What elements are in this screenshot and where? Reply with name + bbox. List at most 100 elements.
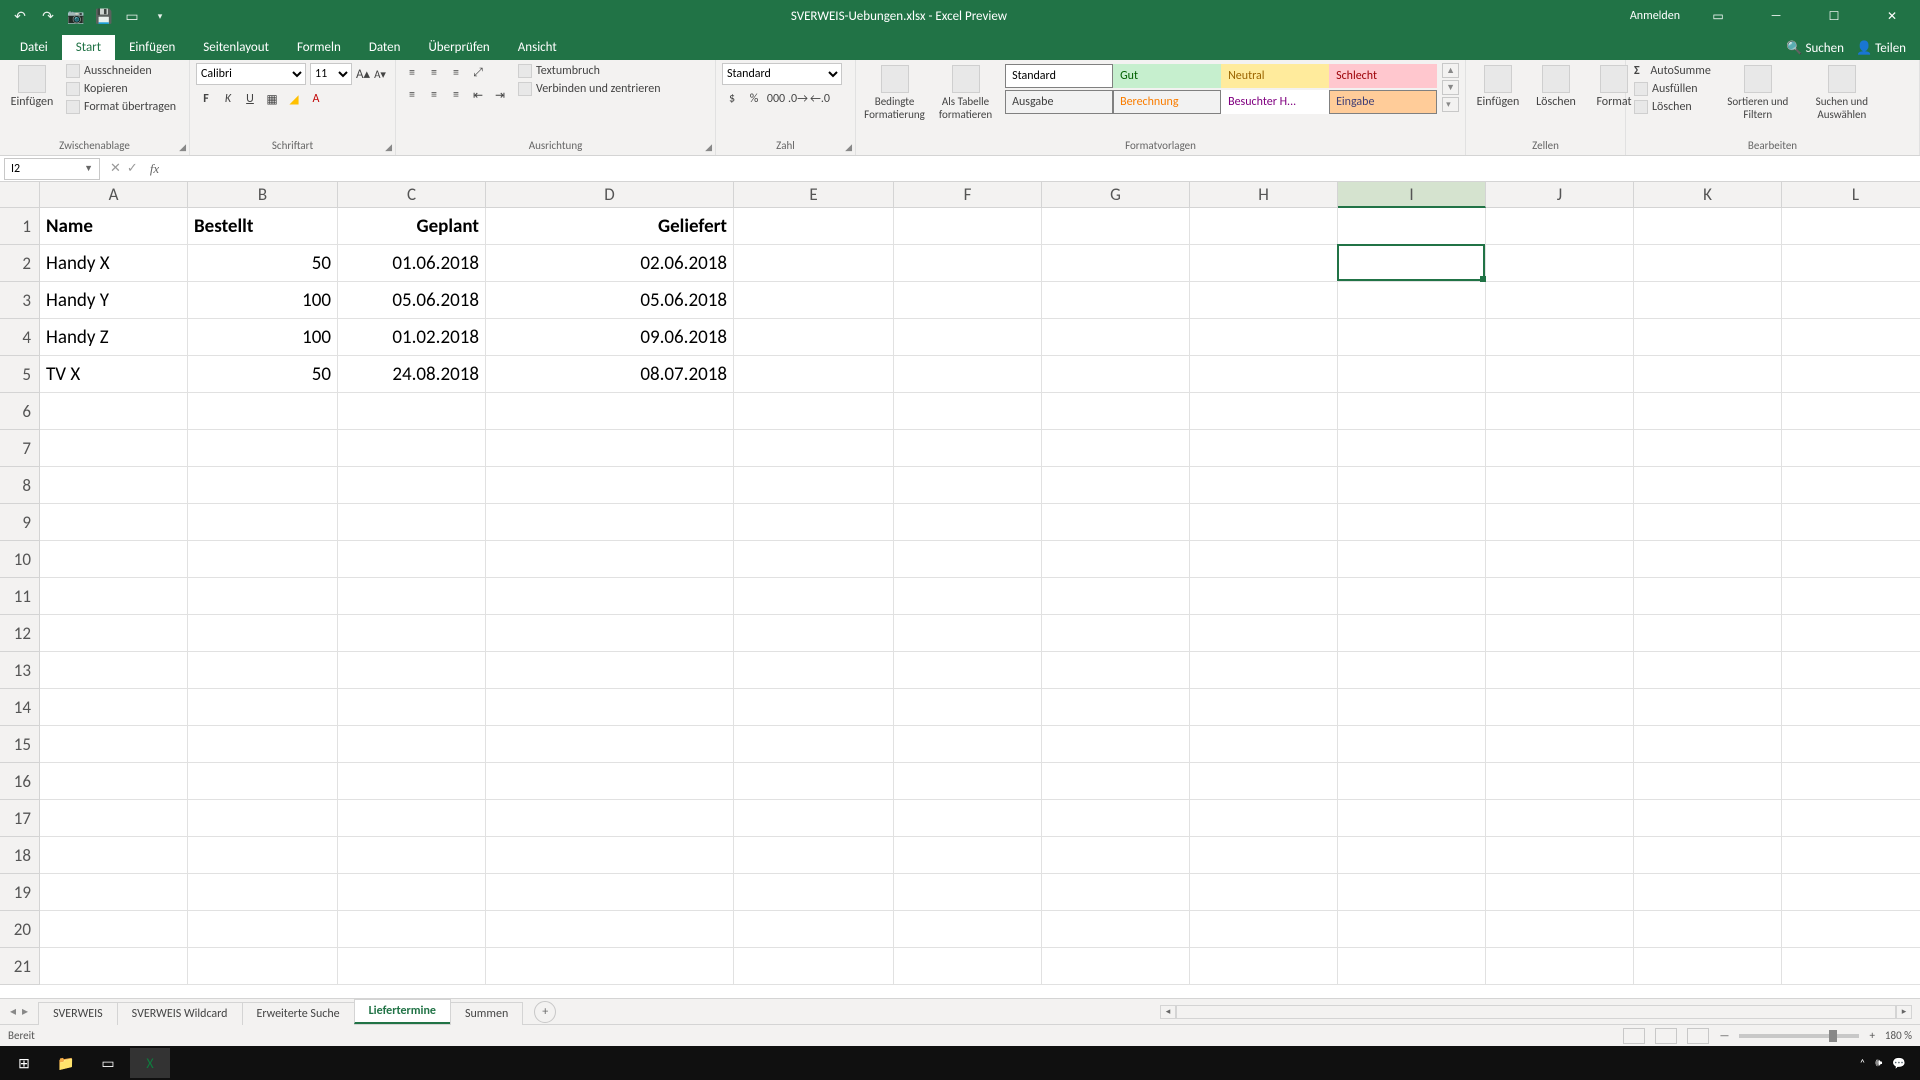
tab-einfügen[interactable]: Einfügen [115,35,189,60]
column-header[interactable]: I [1338,182,1486,208]
alignment-launcher-icon[interactable]: ◢ [705,142,712,153]
cell[interactable] [1042,356,1190,393]
share-button[interactable]: Teilen [1856,41,1906,56]
row-header[interactable]: 14 [0,689,40,726]
autosum-button[interactable]: Σ AutoSumme [1632,63,1713,79]
cell[interactable] [486,652,734,689]
cell[interactable] [486,689,734,726]
cell[interactable]: 05.06.2018 [338,282,486,319]
font-launcher-icon[interactable]: ◢ [385,142,392,153]
cell[interactable] [1634,763,1782,800]
cell[interactable] [1042,541,1190,578]
tab-formeln[interactable]: Formeln [283,35,355,60]
cell[interactable] [734,689,894,726]
excel-taskbar-button[interactable]: X [130,1048,170,1078]
cell[interactable] [1634,245,1782,282]
cell[interactable] [486,541,734,578]
cell[interactable] [1338,541,1486,578]
cell[interactable]: Bestellt [188,208,338,245]
cell[interactable] [40,800,188,837]
format-as-table-button[interactable]: Als Tabelle formatieren [933,63,998,123]
cell[interactable] [1782,800,1920,837]
cell[interactable] [40,874,188,911]
cell[interactable] [486,911,734,948]
cell[interactable]: 100 [188,319,338,356]
cell-style-option[interactable]: Berechnung [1113,90,1221,114]
zoom-out-button[interactable]: — [1719,1029,1729,1042]
column-header[interactable]: C [338,182,486,208]
cell-style-option[interactable]: Neutral [1221,64,1329,88]
cell[interactable] [734,652,894,689]
cell[interactable] [1190,467,1338,504]
file-explorer-button[interactable]: 📁 [46,1048,86,1078]
cell[interactable] [338,948,486,985]
chevron-down-icon[interactable]: ▼ [84,163,93,174]
sheet-nav-first-icon[interactable]: ◂ [10,1004,16,1019]
cell[interactable] [1190,726,1338,763]
cell[interactable] [1634,874,1782,911]
tray-chevron-icon[interactable]: ˄ [1859,1057,1865,1070]
cell[interactable] [894,689,1042,726]
styles-scroll-down-icon[interactable]: ▼ [1442,80,1459,95]
cell[interactable] [1486,874,1634,911]
maximize-button[interactable]: ☐ [1814,0,1854,32]
cell[interactable] [40,430,188,467]
cell[interactable] [486,948,734,985]
clear-button[interactable]: Löschen [1632,99,1713,115]
cell[interactable] [1486,837,1634,874]
touch-mode-icon[interactable]: ▭ [124,8,140,24]
cell[interactable] [40,541,188,578]
cell[interactable] [734,615,894,652]
cell[interactable] [894,208,1042,245]
cell[interactable] [894,578,1042,615]
cell[interactable] [1338,837,1486,874]
cell[interactable] [1634,615,1782,652]
cell[interactable]: 02.06.2018 [486,245,734,282]
cell[interactable] [1042,430,1190,467]
fx-icon[interactable]: fx [144,161,165,177]
cell[interactable] [734,356,894,393]
cell[interactable] [1338,430,1486,467]
enter-formula-icon[interactable]: ✓ [127,161,138,176]
cell[interactable] [1782,763,1920,800]
cell[interactable] [188,911,338,948]
cell[interactable] [338,800,486,837]
cell[interactable] [188,504,338,541]
cell[interactable] [188,541,338,578]
tab-start[interactable]: Start [62,35,115,60]
clipboard-launcher-icon[interactable]: ◢ [179,142,186,153]
cell[interactable] [338,430,486,467]
sheet-nav-last-icon[interactable]: ▸ [22,1004,28,1019]
formula-input[interactable] [165,158,1920,180]
column-header[interactable]: B [188,182,338,208]
cell[interactable] [734,467,894,504]
cell[interactable] [1782,245,1920,282]
cell[interactable] [1338,800,1486,837]
cell[interactable] [338,689,486,726]
cell[interactable] [894,467,1042,504]
cell[interactable] [486,430,734,467]
qat-customize-icon[interactable]: ▾ [152,8,168,24]
cell[interactable] [40,763,188,800]
cell[interactable] [1338,282,1486,319]
cell[interactable] [1190,504,1338,541]
align-left-button[interactable]: ≡ [402,85,422,105]
cell[interactable]: 24.08.2018 [338,356,486,393]
cell[interactable] [338,837,486,874]
cell[interactable] [1190,282,1338,319]
tab-ansicht[interactable]: Ansicht [504,35,571,60]
name-box[interactable]: I2▼ [4,158,100,180]
increase-decimal-button[interactable]: .0→ [788,89,808,109]
cell-style-option[interactable]: Gut [1113,64,1221,88]
horizontal-scrollbar[interactable]: ◂ ▸ [1160,1005,1920,1019]
cell[interactable]: 01.06.2018 [338,245,486,282]
cell[interactable] [1634,393,1782,430]
cell[interactable] [338,578,486,615]
cell[interactable] [338,874,486,911]
cell[interactable] [188,578,338,615]
cell[interactable] [40,948,188,985]
cell[interactable] [894,615,1042,652]
cell[interactable] [894,393,1042,430]
cell[interactable] [1042,689,1190,726]
align-top-button[interactable]: ≡ [402,63,422,83]
